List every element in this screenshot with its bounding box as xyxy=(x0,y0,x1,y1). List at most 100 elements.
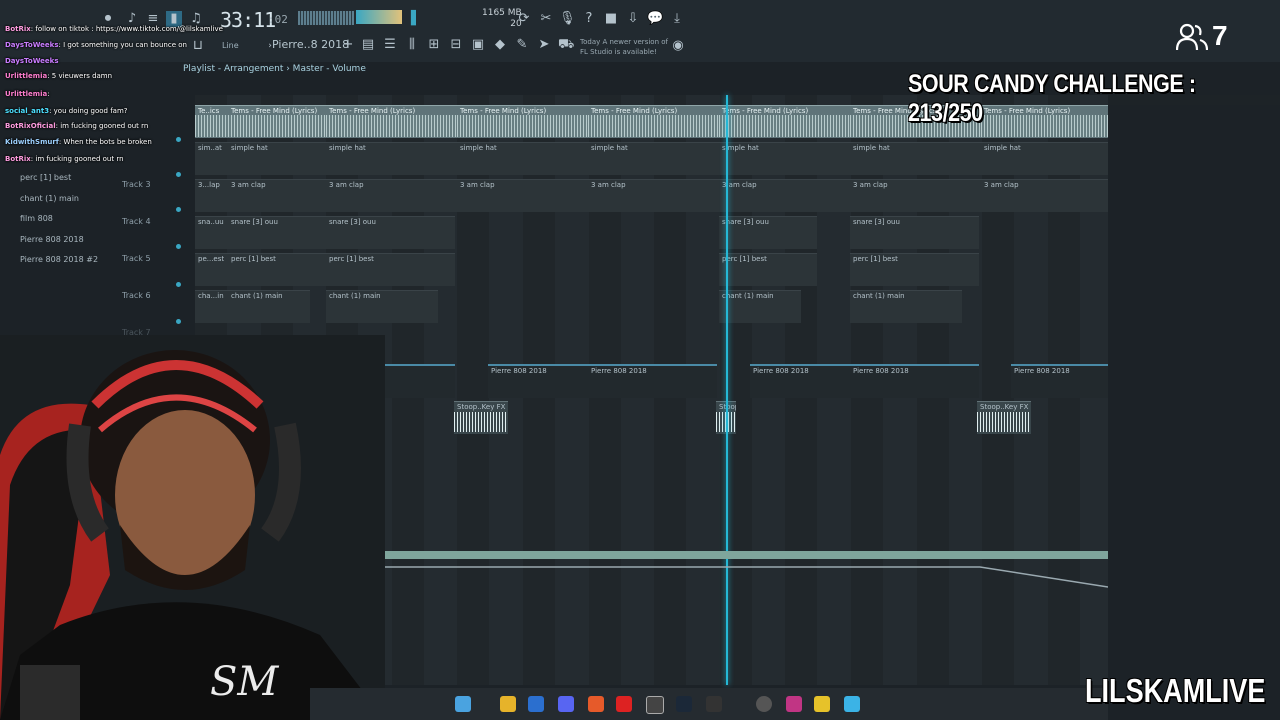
news-panel[interactable]: Today A newer version of FL Studio is av… xyxy=(580,37,668,57)
playhead[interactable] xyxy=(726,95,728,685)
instagram-icon[interactable] xyxy=(786,696,802,712)
playlist-clip[interactable]: 3 am clap xyxy=(588,179,719,212)
download-icon[interactable]: ⤓ xyxy=(669,11,685,27)
browser-icon[interactable]: ▣ xyxy=(470,37,486,53)
playlist-clip[interactable]: snare [3] ouu xyxy=(850,216,979,249)
playlist-clip[interactable]: chant (1) main xyxy=(850,290,962,323)
chat-username[interactable]: KidwithSmurf xyxy=(5,138,59,146)
playlist-clip[interactable]: sna..uu xyxy=(195,216,228,249)
playlist-clip[interactable]: perc [1] best xyxy=(850,253,979,286)
playlist-clip[interactable]: chant (1) main xyxy=(719,290,801,323)
microphone-icon[interactable]: 🎙 xyxy=(559,11,576,27)
chat-username[interactable]: Urlittlemia xyxy=(5,72,47,80)
playlist-clip[interactable]: Tems - Free Mind (Lyrics) xyxy=(588,105,719,138)
playlist-clip[interactable]: 3 am clap xyxy=(326,179,457,212)
app-icon[interactable] xyxy=(706,696,722,712)
steam-icon[interactable] xyxy=(676,696,692,712)
arrow-icon[interactable]: ➤ xyxy=(536,37,552,53)
playlist-clip[interactable]: 3 am clap xyxy=(981,179,1108,212)
playlist-clip[interactable]: perc [1] best xyxy=(719,253,817,286)
discord-icon[interactable] xyxy=(558,696,574,712)
chat-username[interactable]: BotRix xyxy=(5,25,31,33)
playlist-clip[interactable]: simple hat xyxy=(719,142,850,175)
playlist-clip[interactable]: cha...in xyxy=(195,290,228,323)
store-icon[interactable] xyxy=(528,696,544,712)
master-pitch-icon[interactable]: ▌ xyxy=(408,11,424,27)
browser-item[interactable]: chant (1) main xyxy=(20,194,79,203)
playlist-clip[interactable]: simple hat xyxy=(588,142,719,175)
playlist-clip[interactable]: Pierre 808 2018 xyxy=(850,364,979,398)
track-enable-dot[interactable] xyxy=(176,319,181,324)
touch-controller-icon[interactable]: ✎ xyxy=(514,37,530,53)
chat-username[interactable]: Urlittlemia xyxy=(5,90,47,98)
notepad-icon[interactable] xyxy=(844,696,860,712)
export-icon[interactable]: ⇩ xyxy=(625,11,641,27)
add-pattern-icon[interactable]: + xyxy=(340,37,356,53)
browser-item[interactable]: film 808 xyxy=(20,214,53,223)
taskbar xyxy=(310,688,1108,720)
plugin-picker-icon[interactable]: ◆ xyxy=(492,37,508,53)
app-icon[interactable] xyxy=(646,696,664,714)
chat-username[interactable]: DaysToWeeks xyxy=(5,41,59,49)
mixer-icon[interactable]: ⫼ xyxy=(404,37,420,53)
chat-username[interactable]: BotRix xyxy=(5,155,31,163)
chat-text: : I got something you can bounce on xyxy=(58,41,187,49)
breadcrumb[interactable]: Playlist - Arrangement › Master - Volume xyxy=(183,64,366,74)
fl-studio-icon[interactable] xyxy=(588,696,604,712)
playlist-clip[interactable]: simple hat xyxy=(981,142,1108,175)
cart-icon[interactable]: ⛟ xyxy=(558,37,574,53)
channel-rack-icon[interactable]: ☰ xyxy=(382,37,398,53)
save-icon[interactable]: ■ xyxy=(603,11,619,27)
copilot-icon[interactable] xyxy=(455,696,471,712)
chat-icon[interactable]: 💬 xyxy=(647,11,663,27)
playlist-clip[interactable]: Tems - Free Mind (Lyrics) xyxy=(457,105,588,138)
track-header-6[interactable]: Track 6 xyxy=(122,291,151,300)
app-icon[interactable] xyxy=(814,696,830,712)
playlist-clip[interactable]: sim..at xyxy=(195,142,228,175)
chat-username[interactable]: social_ant3 xyxy=(5,107,49,115)
globe-icon[interactable]: ◉ xyxy=(670,38,686,54)
playlist-clip[interactable]: pe...est xyxy=(195,253,228,286)
chat-username[interactable]: BotRixOficial xyxy=(5,122,56,130)
folder-icon[interactable] xyxy=(500,696,516,712)
help-icon[interactable]: ? xyxy=(581,11,597,27)
clip-title: snare [3] ouu xyxy=(722,218,769,226)
playlist-clip[interactable]: Pierre 808 2018 xyxy=(750,364,850,398)
playlist-clip[interactable]: Stoop..Key FX xyxy=(454,401,508,434)
playlist-clip[interactable]: Tems - Free Mind (Lyrics) xyxy=(719,105,850,138)
playlist-clip[interactable]: Pierre 808 2018 xyxy=(488,364,588,398)
playlist-clip[interactable]: simple hat xyxy=(326,142,457,175)
automation-clip[interactable] xyxy=(310,551,1108,559)
pattern-selector[interactable]: Pierre..8 2018 xyxy=(272,38,349,51)
playlist-clip[interactable]: Pierre 808 2018 xyxy=(588,364,717,398)
playlist-clip[interactable]: 3...lap xyxy=(195,179,228,212)
snap-mode[interactable]: Line xyxy=(222,41,239,50)
playlist-clip[interactable]: snare [3] ouu xyxy=(228,216,326,249)
playlist-clip[interactable]: chant (1) main xyxy=(228,290,310,323)
playlist-clip[interactable]: Te..ics xyxy=(195,105,228,138)
browser-item[interactable]: Pierre 808 2018 #2 xyxy=(20,255,98,264)
channel-name: LILSKAMLIVE xyxy=(1085,672,1266,709)
playlist-clip[interactable]: Tems - Free Mind (Lyrics) xyxy=(326,105,457,138)
piano-roll-icon[interactable]: ⊞ xyxy=(426,37,442,53)
tools-icon[interactable]: ✂ xyxy=(538,11,554,27)
playlist-clip[interactable]: perc [1] best xyxy=(326,253,455,286)
4k-icon[interactable] xyxy=(756,696,772,712)
playlist-clip[interactable]: 3 am clap xyxy=(457,179,588,212)
playlist-icon[interactable]: ▤ xyxy=(360,37,376,53)
browser-item[interactable]: Pierre 808 2018 xyxy=(20,235,84,244)
brave-icon[interactable] xyxy=(616,696,632,712)
playlist-clip[interactable]: simple hat xyxy=(457,142,588,175)
playlist-clip[interactable]: 3 am clap xyxy=(719,179,850,212)
playlist-clip[interactable]: snare [3] ouu xyxy=(326,216,455,249)
playlist-clip[interactable]: Pierre 808 2018 xyxy=(1011,364,1108,398)
playlist-clip[interactable]: snare [3] ouu xyxy=(719,216,817,249)
playlist-clip[interactable]: perc [1] best xyxy=(228,253,326,286)
chat-username[interactable]: DaysToWeeks xyxy=(5,57,59,65)
plugin-icon[interactable]: ⊟ xyxy=(448,37,464,53)
playlist-clip[interactable]: Stoop..Key FX xyxy=(977,401,1031,434)
reload-icon[interactable]: ⟳ xyxy=(516,11,532,27)
playlist-clip[interactable]: simple hat xyxy=(850,142,981,175)
playlist-clip[interactable]: 3 am clap xyxy=(850,179,981,212)
playlist-clip[interactable]: chant (1) main xyxy=(326,290,438,323)
